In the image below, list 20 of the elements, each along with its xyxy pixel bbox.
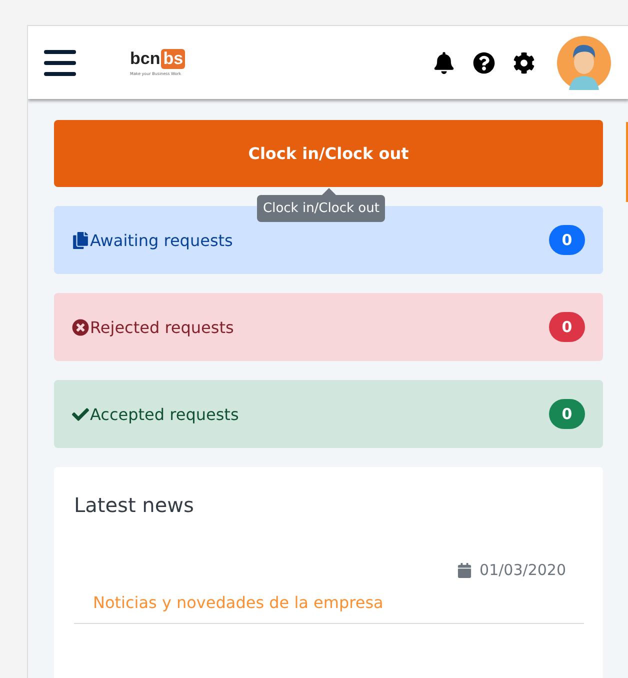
avatar-icon[interactable] (557, 36, 611, 90)
calendar-icon (456, 562, 472, 578)
documents-icon (72, 232, 89, 248)
count-badge: 0 (549, 225, 585, 255)
request-card[interactable]: Accepted requests 0 (54, 380, 603, 448)
tooltip: Clock in/Clock out (257, 195, 386, 222)
bell-icon[interactable] (433, 52, 455, 74)
clock-button[interactable]: Clock in/Clock out (54, 120, 603, 187)
news-title: Latest news (74, 493, 195, 517)
count-badge: 0 (549, 399, 585, 429)
help-icon[interactable] (473, 52, 495, 74)
request-label: Awaiting requests (90, 230, 233, 250)
count-badge: 0 (549, 312, 585, 342)
settings-icon[interactable] (513, 52, 535, 74)
request-label: Rejected requests (90, 318, 234, 336)
news-date: 01/03/2020 (480, 561, 566, 579)
menu-button[interactable] (44, 50, 76, 76)
check-icon (72, 406, 89, 422)
request-label: Accepted requests (90, 404, 239, 424)
request-card[interactable]: Rejected requests 0 (54, 293, 603, 361)
